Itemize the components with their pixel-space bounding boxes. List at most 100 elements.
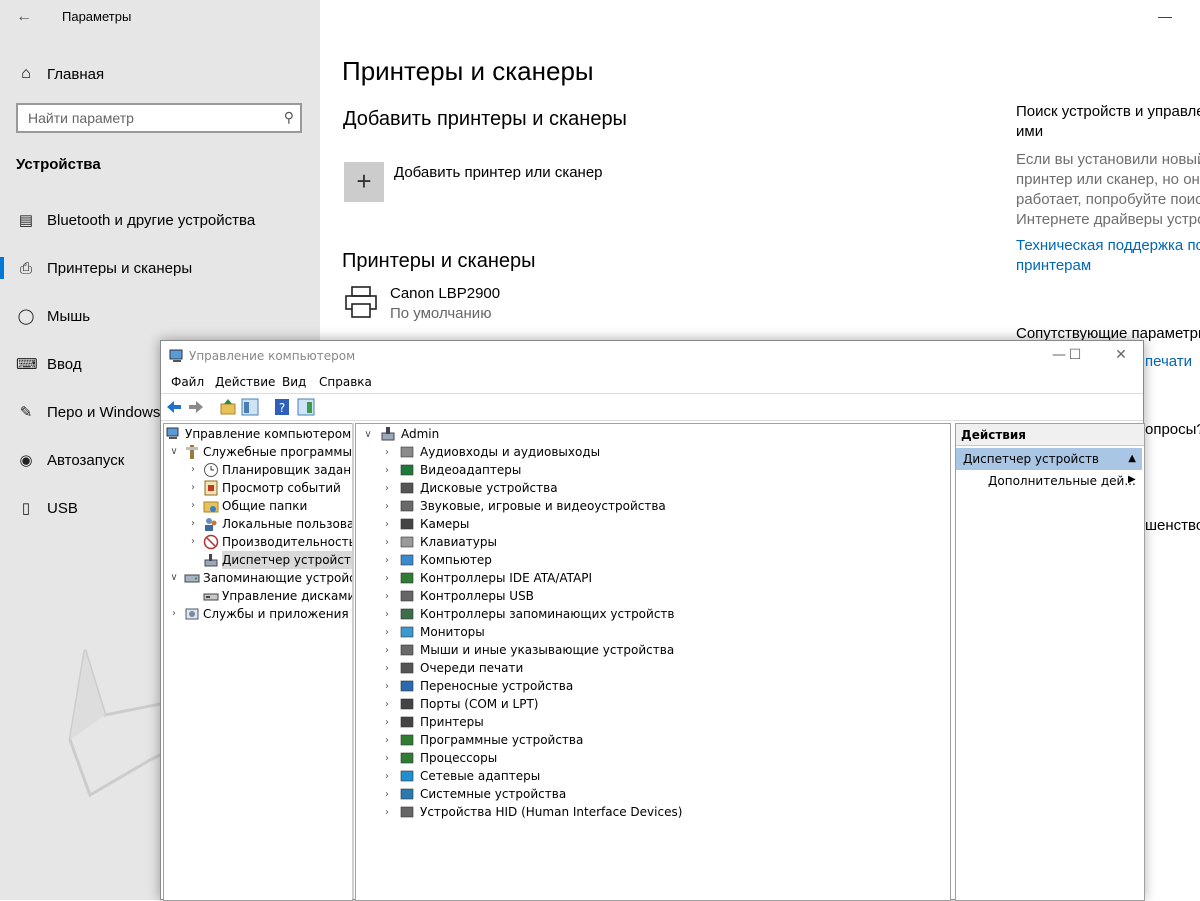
tree-item-root[interactable]: Управление компьютером (л <box>166 425 352 443</box>
device-category-icon <box>400 446 414 458</box>
nav-item-bluetooth[interactable]: ▤ Bluetooth и другие устройства <box>0 196 320 244</box>
device-category-row[interactable]: › Камеры <box>381 515 469 533</box>
tree-item-services-apps[interactable]: › Службы и приложения <box>168 605 349 623</box>
collapse-chevron-icon[interactable]: ∨ <box>168 443 180 461</box>
help-icon[interactable]: ? <box>273 398 291 416</box>
expand-chevron-icon[interactable]: › <box>381 681 393 692</box>
expand-chevron-icon[interactable]: › <box>381 537 393 548</box>
more-actions-item[interactable]: Дополнительные дей... <box>988 474 1136 488</box>
collapse-chevron-icon[interactable]: ∨ <box>168 569 180 587</box>
menu-help[interactable]: Справка <box>319 375 372 389</box>
expand-chevron-icon[interactable]: › <box>381 789 393 800</box>
collapse-up-icon[interactable]: ▲ <box>1128 448 1136 470</box>
expand-chevron-icon[interactable]: › <box>187 461 199 479</box>
tree-item-performance[interactable]: › Производительность <box>187 533 352 551</box>
forward-icon[interactable] <box>187 398 205 416</box>
device-category-row[interactable]: › Процессоры <box>381 749 497 767</box>
home-nav-item[interactable]: ⌂ Главная <box>16 62 104 86</box>
expand-chevron-icon[interactable]: › <box>381 735 393 746</box>
show-hide-action-pane-icon[interactable] <box>297 398 315 416</box>
expand-chevron-icon[interactable]: › <box>381 465 393 476</box>
tree-item-shared-folders[interactable]: › Общие папки <box>187 497 307 515</box>
device-category-row[interactable]: › Системные устройства <box>381 785 566 803</box>
link-line[interactable]: принтерам <box>1016 256 1200 276</box>
tree-item-task-scheduler[interactable]: › Планировщик заданий <box>187 461 352 479</box>
minimize-button[interactable]: — <box>1155 6 1175 26</box>
expand-chevron-icon[interactable]: › <box>381 501 393 512</box>
printer-support-link[interactable]: Техническая поддержка по принтерам <box>1016 236 1200 276</box>
actions-section-device-manager[interactable]: Диспетчер устройств ▲ <box>956 448 1142 470</box>
device-category-row[interactable]: › Видеоадаптеры <box>381 461 521 479</box>
expand-chevron-icon[interactable]: › <box>381 645 393 656</box>
device-category-row[interactable]: › Порты (COM и LPT) <box>381 695 538 713</box>
device-category-row[interactable]: › Клавиатуры <box>381 533 497 551</box>
nav-item-mouse[interactable]: ◯ Мышь <box>0 292 320 340</box>
device-category-row[interactable]: › Мыши и иные указывающие устройства <box>381 641 674 659</box>
pane-splitter[interactable] <box>352 423 354 899</box>
expand-chevron-icon[interactable]: › <box>381 519 393 530</box>
expand-chevron-icon[interactable]: › <box>381 699 393 710</box>
device-category-row[interactable]: › Мониторы <box>381 623 485 641</box>
expand-chevron-icon[interactable]: › <box>381 609 393 620</box>
tree-item-local-users[interactable]: › Локальные пользовате <box>187 515 352 533</box>
collapse-chevron-icon[interactable]: ∨ <box>362 429 374 440</box>
settings-search[interactable]: ⚲ <box>16 103 302 133</box>
device-category-row[interactable]: › Программные устройства <box>381 731 583 749</box>
expand-chevron-icon[interactable]: › <box>381 555 393 566</box>
expand-chevron-icon[interactable]: › <box>187 497 199 515</box>
menu-view[interactable]: Вид <box>282 375 306 389</box>
expand-chevron-icon[interactable]: › <box>187 479 199 497</box>
expand-chevron-icon[interactable]: › <box>381 573 393 584</box>
link-line[interactable]: Техническая поддержка по <box>1016 236 1200 256</box>
device-category-row[interactable]: › Очереди печати <box>381 659 523 677</box>
tree-item-event-viewer[interactable]: › Просмотр событий <box>187 479 341 497</box>
expand-chevron-icon[interactable]: › <box>187 533 199 551</box>
device-category-row[interactable]: › Аудиовходы и аудиовыходы <box>381 443 600 461</box>
submenu-arrow-icon[interactable]: ▶ <box>1128 474 1136 485</box>
add-printer-button[interactable]: Добавить принтер или сканер <box>394 164 603 181</box>
device-root[interactable]: ∨ Admin <box>362 425 439 443</box>
device-category-row[interactable]: › Устройства HID (Human Interface Devices… <box>381 803 682 821</box>
expand-chevron-icon[interactable]: › <box>187 515 199 533</box>
device-category-row[interactable]: › Сетевые адаптеры <box>381 767 540 785</box>
search-icon[interactable]: ⚲ <box>284 109 294 126</box>
mmc-close-button[interactable]: ✕ <box>1106 345 1136 365</box>
device-category-row[interactable]: › Принтеры <box>381 713 484 731</box>
tree-item-disk-management[interactable]: Управление дисками <box>203 587 352 605</box>
related-settings-link[interactable]: печати <box>1145 352 1200 372</box>
device-category-row[interactable]: › Дисковые устройства <box>381 479 558 497</box>
device-category-row[interactable]: › Контроллеры IDE ATA/ATAPI <box>381 569 592 587</box>
printer-device-icon[interactable] <box>343 284 379 320</box>
expand-chevron-icon[interactable]: › <box>381 591 393 602</box>
expand-chevron-icon[interactable]: › <box>381 771 393 782</box>
tree-item-storage[interactable]: ∨ Запоминающие устройст <box>168 569 352 587</box>
tree-item-device-manager[interactable]: Диспетчер устройств <box>203 551 352 569</box>
back-arrow-icon[interactable]: ← <box>12 6 36 28</box>
up-folder-icon[interactable] <box>219 398 237 416</box>
expand-chevron-icon[interactable]: › <box>381 807 393 818</box>
device-category-row[interactable]: › Контроллеры запоминающих устройств <box>381 605 674 623</box>
nav-item-printers[interactable]: ⎙ Принтеры и сканеры <box>0 244 320 292</box>
expand-chevron-icon[interactable]: › <box>381 753 393 764</box>
expand-chevron-icon[interactable]: › <box>381 483 393 494</box>
device-category-row[interactable]: › Переносные устройства <box>381 677 573 695</box>
tree-item-label: Службы и приложения <box>203 607 349 621</box>
show-hide-tree-icon[interactable] <box>241 398 259 416</box>
tree-item-system-tools[interactable]: ∨ Служебные программы <box>168 443 352 461</box>
expand-chevron-icon[interactable]: › <box>168 605 180 623</box>
device-category-row[interactable]: › Контроллеры USB <box>381 587 534 605</box>
expand-chevron-icon[interactable]: › <box>381 447 393 458</box>
device-category-row[interactable]: › Компьютер <box>381 551 492 569</box>
expand-chevron-icon[interactable]: › <box>381 663 393 674</box>
mmc-maximize-button[interactable]: ☐ <box>1060 345 1090 365</box>
device-category-row[interactable]: › Звуковые, игровые и видеоустройства <box>381 497 666 515</box>
printer-name[interactable]: Canon LBP2900 <box>390 285 500 302</box>
back-icon[interactable] <box>165 398 183 416</box>
search-input[interactable] <box>18 105 268 131</box>
device-root-label: Admin <box>401 427 440 441</box>
add-plus-icon[interactable]: + <box>344 162 384 202</box>
expand-chevron-icon[interactable]: › <box>381 627 393 638</box>
menu-file[interactable]: Файл <box>171 375 204 389</box>
menu-action[interactable]: Действие <box>215 375 275 389</box>
expand-chevron-icon[interactable]: › <box>381 717 393 728</box>
